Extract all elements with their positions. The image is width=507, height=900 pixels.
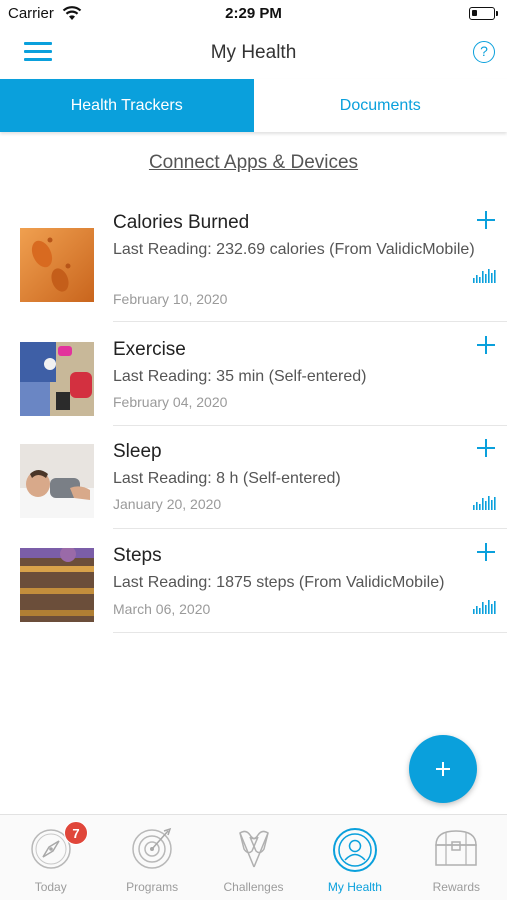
- tracker-date: March 06, 2020: [113, 601, 211, 617]
- tracker-title: Sleep: [113, 441, 162, 462]
- exercise-thumbnail: [20, 342, 94, 416]
- chart-icon[interactable]: [473, 494, 497, 510]
- connect-apps-devices-link[interactable]: Connect Apps & Devices: [0, 152, 507, 174]
- tab-label: Today: [34, 880, 67, 894]
- tracker-date: January 20, 2020: [113, 496, 222, 512]
- steps-thumbnail: [20, 548, 94, 622]
- plus-icon: [436, 762, 450, 776]
- tab-today[interactable]: 7 Today: [0, 815, 101, 900]
- tab-label: Programs: [126, 880, 179, 894]
- sleep-thumbnail: [20, 444, 94, 518]
- add-reading-plus-icon[interactable]: [477, 543, 495, 561]
- tab-label: Challenges: [223, 880, 284, 894]
- tracker-list: Calories Burned Last Reading: 232.69 cal…: [0, 200, 507, 633]
- add-tracker-fab-button[interactable]: [409, 735, 477, 803]
- tracker-date: February 10, 2020: [113, 291, 228, 307]
- row-divider: [113, 632, 507, 633]
- tab-label: My Health: [327, 880, 382, 894]
- target-icon: [132, 827, 172, 869]
- segment-tabs: Health Trackers Documents: [0, 79, 507, 132]
- tab-rewards[interactable]: Rewards: [406, 815, 507, 900]
- tracker-item-exercise[interactable]: Exercise Last Reading: 35 min (Self-ente…: [0, 322, 507, 426]
- add-reading-plus-icon[interactable]: [477, 439, 495, 457]
- bottom-tab-bar: 7 Today Programs Challenges My Health Re…: [0, 814, 507, 900]
- tab-health-trackers[interactable]: Health Trackers: [0, 79, 254, 132]
- tracker-last-reading: Last Reading: 35 min (Self-entered): [113, 368, 367, 385]
- tracker-last-reading: Last Reading: 8 h (Self-entered): [113, 470, 341, 487]
- nav-bar: My Health ?: [0, 28, 507, 78]
- tracker-title: Exercise: [113, 339, 186, 360]
- tracker-title: Steps: [113, 545, 162, 566]
- tab-challenges[interactable]: Challenges: [203, 815, 304, 900]
- tracker-last-reading: Last Reading: 232.69 calories (From Vali…: [113, 241, 475, 258]
- treasure-chest-icon: [435, 830, 478, 866]
- tab-programs[interactable]: Programs: [101, 815, 202, 900]
- tracker-date: February 04, 2020: [113, 394, 228, 410]
- tracker-item-steps[interactable]: Steps Last Reading: 1875 steps (From Val…: [0, 529, 507, 633]
- status-time: 2:29 PM: [225, 5, 282, 22]
- tracker-item-calories-burned[interactable]: Calories Burned Last Reading: 232.69 cal…: [0, 200, 507, 322]
- status-bar: Carrier 2:29 PM: [0, 0, 507, 28]
- tab-label: Rewards: [432, 880, 480, 894]
- tracker-last-reading: Last Reading: 1875 steps (From ValidicMo…: [113, 574, 445, 591]
- tab-documents[interactable]: Documents: [253, 79, 507, 132]
- help-icon[interactable]: ?: [473, 41, 495, 63]
- notification-badge: 7: [64, 821, 88, 845]
- add-reading-plus-icon[interactable]: [477, 211, 495, 229]
- tracker-item-sleep[interactable]: Sleep Last Reading: 8 h (Self-entered) J…: [0, 426, 507, 529]
- add-reading-plus-icon[interactable]: [477, 336, 495, 354]
- calories-thumbnail: [20, 228, 94, 302]
- chart-icon[interactable]: [473, 267, 497, 283]
- battery-icon: [469, 7, 498, 20]
- tracker-title: Calories Burned: [113, 212, 250, 233]
- chart-icon[interactable]: [473, 598, 497, 614]
- tab-my-health[interactable]: My Health: [304, 815, 405, 900]
- page-title: My Health: [210, 42, 297, 63]
- person-icon: [332, 828, 377, 872]
- flags-icon: [238, 830, 269, 868]
